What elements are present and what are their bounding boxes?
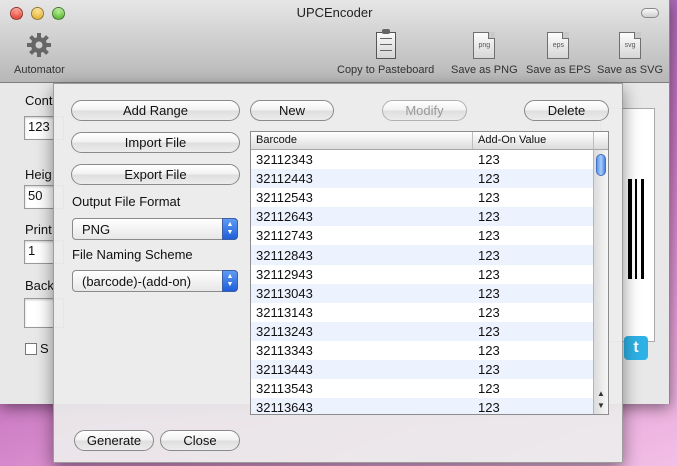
barcode-cell: 32112643 (256, 209, 313, 225)
save-as-png-button[interactable]: png Save as PNG (451, 30, 518, 76)
add-on-cell: 123 (478, 152, 500, 168)
barcode-cell: 32113043 (256, 285, 313, 301)
scrollbar-thumb[interactable] (596, 154, 606, 176)
barcode-cell: 32112743 (256, 228, 313, 244)
scroll-down-arrow-icon[interactable]: ▼ (594, 401, 608, 413)
scroll-up-arrow-icon[interactable]: ▲ (594, 389, 608, 401)
barcode-cell: 32112443 (256, 171, 313, 187)
automator-label: Automator (14, 64, 65, 76)
table-row[interactable]: 32112643 123 (251, 207, 608, 227)
add-on-cell: 123 (478, 323, 500, 339)
gear-icon (24, 30, 54, 60)
svg-file-icon: svg (619, 31, 642, 59)
add-on-cell: 123 (478, 228, 500, 244)
barcode-cell: 32113143 (256, 304, 313, 320)
barcode-cell: 32113243 (256, 323, 313, 339)
table-row[interactable]: 32113543 123 (251, 379, 608, 398)
close-button[interactable]: Close (160, 430, 240, 451)
barcode-cell: 32113443 (256, 362, 313, 378)
automator-button[interactable]: Automator (14, 30, 65, 76)
svg-icon-text: svg (624, 41, 636, 49)
add-on-cell: 123 (478, 304, 500, 320)
barcode-cell: 32112343 (256, 152, 313, 168)
title-bar: UPCEncoder Automator Copy to Pasteboard … (0, 0, 669, 83)
table-row[interactable]: 32113643 123 (251, 398, 608, 415)
table-row[interactable]: 32112543 123 (251, 188, 608, 207)
popup-arrows-icon: ▲ ▼ (222, 270, 238, 292)
naming-scheme-label: File Naming Scheme (72, 247, 193, 262)
table-row[interactable]: 32112943 123 (251, 265, 608, 284)
png-icon-text: png (478, 41, 491, 49)
table-row[interactable]: 32112443 123 (251, 169, 608, 189)
add-on-cell: 123 (478, 190, 500, 206)
naming-scheme-select[interactable]: (barcode)-(add-on) ▲ ▼ (72, 270, 238, 292)
table-row[interactable]: 32112343 123 (251, 150, 608, 169)
height-label: Heig (25, 167, 52, 182)
column-header-barcode[interactable]: Barcode (251, 132, 473, 149)
barcode-cell: 32112543 (256, 190, 313, 206)
barcode-cell: 32113643 (256, 400, 313, 415)
twitter-icon[interactable]: t (624, 336, 648, 360)
barcode-cell: 32113543 (256, 381, 313, 397)
save-as-eps-button[interactable]: eps Save as EPS (526, 30, 591, 76)
png-file-icon: png (473, 31, 496, 59)
vertical-scrollbar[interactable]: ▲ ▼ (593, 150, 608, 414)
save-eps-label: Save as EPS (526, 64, 591, 76)
show-human-readable-checkbox[interactable]: S (25, 341, 49, 356)
eps-file-icon: eps (547, 31, 570, 59)
output-format-select[interactable]: PNG ▲ ▼ (72, 218, 238, 240)
delete-button[interactable]: Delete (524, 100, 609, 121)
table-row[interactable]: 32113343 123 (251, 341, 608, 360)
barcode-cell: 32112843 (256, 247, 313, 263)
add-on-cell: 123 (478, 266, 500, 282)
save-png-label: Save as PNG (451, 64, 518, 76)
add-on-cell: 123 (478, 342, 500, 358)
barcode-bar (635, 179, 637, 279)
content-label: Cont (25, 93, 53, 108)
copy-label: Copy to Pasteboard (337, 64, 435, 76)
add-on-cell: 123 (478, 400, 500, 415)
popup-arrows-icon: ▲ ▼ (222, 218, 238, 240)
add-on-cell: 123 (478, 209, 500, 225)
show-label: S (40, 341, 49, 356)
add-on-cell: 123 (478, 381, 500, 397)
barcode-bar (641, 179, 644, 279)
barcode-cell: 32113343 (256, 342, 313, 358)
print-label: Print (25, 222, 52, 237)
add-on-cell: 123 (478, 171, 500, 187)
copy-to-pasteboard-button[interactable]: Copy to Pasteboard (337, 28, 435, 76)
generate-button[interactable]: Generate (74, 430, 154, 451)
table-body: 32112343 123 32112443 123 32112543 123 3211264… (251, 150, 608, 414)
save-as-svg-button[interactable]: svg Save as SVG (597, 30, 663, 76)
window-title: UPCEncoder (296, 5, 373, 20)
table-row[interactable]: 32113143 123 (251, 303, 608, 322)
add-on-cell: 123 (478, 362, 500, 378)
table-header: Barcode Add-On Value (251, 132, 608, 150)
barcode-table[interactable]: Barcode Add-On Value 32112343 123 32112443… (250, 131, 609, 415)
table-row[interactable]: 32113243 123 (251, 321, 608, 341)
background-label: Back (25, 278, 54, 293)
table-row[interactable]: 32112743 123 (251, 226, 608, 245)
barcode-bar (628, 179, 632, 279)
modify-button[interactable]: Modify (382, 100, 467, 121)
add-range-button[interactable]: Add Range (71, 100, 240, 121)
table-row[interactable]: 32112843 123 (251, 245, 608, 265)
naming-scheme-value: (barcode)-(add-on) (82, 273, 192, 289)
column-header-add-on[interactable]: Add-On Value (473, 132, 594, 149)
eps-icon-text: eps (552, 41, 565, 49)
checkbox-box[interactable] (25, 342, 37, 355)
barcode-cell: 32112943 (256, 266, 313, 282)
import-file-button[interactable]: Import File (71, 132, 240, 153)
output-format-label: Output File Format (72, 194, 181, 209)
table-row[interactable]: 32113443 123 (251, 360, 608, 380)
new-button[interactable]: New (250, 100, 334, 121)
batch-sheet: Add Range New Modify Delete Import File … (53, 83, 623, 463)
export-file-button[interactable]: Export File (71, 164, 240, 185)
add-on-cell: 123 (478, 285, 500, 301)
output-format-value: PNG (82, 221, 111, 237)
add-on-cell: 123 (478, 247, 500, 263)
save-svg-label: Save as SVG (597, 64, 664, 76)
clipboard-icon (375, 28, 396, 59)
table-row[interactable]: 32113043 123 (251, 283, 608, 303)
